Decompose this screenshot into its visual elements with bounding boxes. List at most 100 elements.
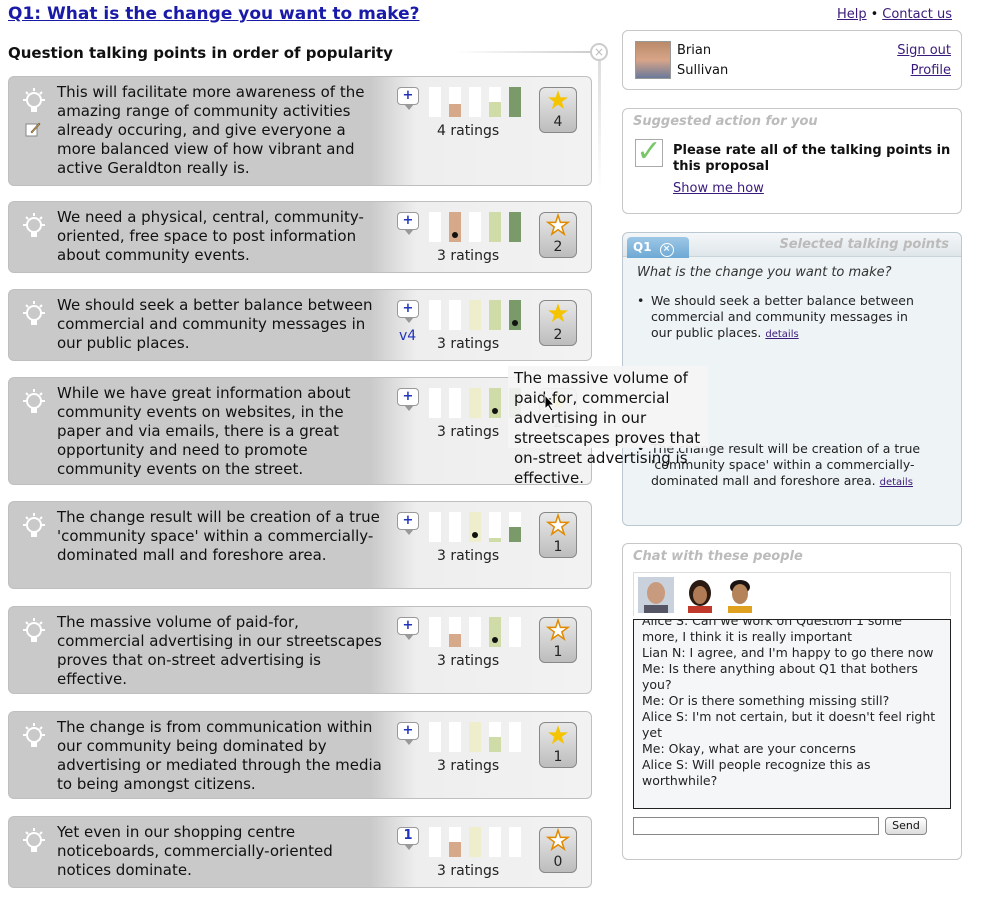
selected-item: The change result will be creation of a … (637, 441, 921, 491)
star-count: 0 (553, 854, 563, 870)
rating-bar[interactable] (449, 388, 461, 418)
chat-message-input[interactable] (633, 817, 879, 835)
star-button[interactable]: ★ 1 (539, 617, 577, 663)
rating-distribution[interactable] (429, 722, 525, 752)
rating-bar[interactable] (429, 87, 441, 117)
star-button[interactable]: ★ 0 (539, 827, 577, 873)
star-count: 4 (553, 114, 563, 130)
rating-bar[interactable] (489, 212, 501, 242)
send-button[interactable]: Send (885, 817, 927, 835)
rating-bar[interactable] (509, 87, 521, 117)
rating-bar[interactable] (489, 388, 501, 418)
rating-bar[interactable] (429, 388, 441, 418)
add-comment-button[interactable]: + (397, 512, 419, 535)
chat-message: Alice S: Will people recognize this as w… (642, 757, 871, 788)
participant-avatar[interactable] (682, 577, 718, 613)
rating-bar[interactable] (489, 827, 501, 857)
edit-pencil-icon[interactable] (25, 121, 41, 137)
rating-bar[interactable] (469, 617, 481, 647)
add-comment-button[interactable]: + (397, 617, 419, 640)
talking-point-text: This will facilitate more awareness of t… (57, 83, 365, 177)
rating-bar[interactable] (449, 722, 461, 752)
rating-bar[interactable] (469, 300, 481, 330)
rating-bar[interactable] (469, 722, 481, 752)
rating-bar[interactable] (489, 722, 501, 752)
rating-bar[interactable] (469, 827, 481, 857)
details-link[interactable]: details (880, 477, 913, 488)
talking-point-card[interactable]: The change is from communication within … (8, 711, 592, 799)
rating-bar[interactable] (429, 827, 441, 857)
rating-distribution[interactable] (429, 87, 525, 117)
rating-bar[interactable] (469, 212, 481, 242)
help-link[interactable]: Help (837, 7, 867, 22)
rating-bar[interactable] (449, 512, 461, 542)
talking-point-card[interactable]: The change result will be creation of a … (8, 501, 592, 589)
rating-bar[interactable] (509, 827, 521, 857)
rating-distribution[interactable] (429, 300, 525, 330)
participant-avatar[interactable] (638, 577, 674, 613)
close-list-icon[interactable]: × (590, 43, 608, 61)
rating-bar[interactable] (489, 300, 501, 330)
rating-bar[interactable] (489, 512, 501, 542)
rating-bar[interactable] (509, 722, 521, 752)
add-comment-button[interactable]: + (397, 87, 419, 110)
rating-bar[interactable] (489, 617, 501, 647)
star-button[interactable]: ★ 4 (539, 87, 577, 133)
close-tab-icon[interactable]: × (659, 243, 674, 257)
chat-message: Me: Okay, what are your concerns (642, 741, 856, 756)
rating-bar[interactable] (429, 722, 441, 752)
rating-bar[interactable] (509, 617, 521, 647)
star-button[interactable]: ★ 1 (539, 512, 577, 558)
rating-distribution[interactable] (429, 617, 525, 647)
version-link[interactable]: v4 (399, 328, 416, 344)
rating-bar[interactable] (509, 212, 521, 242)
chat-messages: Alice S: Can we work on Question 1 some … (642, 620, 942, 789)
add-comment-button[interactable]: 1 (397, 827, 419, 850)
rating-bar[interactable] (449, 827, 461, 857)
talking-point-card[interactable]: The massive volume of paid-for, commerci… (8, 606, 592, 694)
add-comment-button[interactable]: + (397, 722, 419, 745)
rating-bar[interactable] (449, 300, 461, 330)
star-button[interactable]: ★2 (539, 212, 577, 258)
star-button[interactable]: ★2 (539, 300, 577, 346)
rating-bar[interactable] (469, 87, 481, 117)
add-comment-button[interactable]: + (397, 212, 419, 235)
talking-point-card[interactable]: Yet even in our shopping centre noticebo… (8, 816, 592, 888)
selected-item: We should seek a better balance between … (637, 293, 921, 343)
rating-bar[interactable] (509, 512, 521, 542)
rating-bar[interactable] (469, 388, 481, 418)
talking-point-card[interactable]: We need a physical, central, community-o… (8, 201, 592, 273)
rating-bar[interactable] (429, 512, 441, 542)
question-title-link[interactable]: Q1: What is the change you want to make? (8, 4, 420, 24)
add-comment-button[interactable]: + (397, 300, 419, 323)
participant-avatar[interactable] (722, 577, 758, 613)
rating-bar[interactable] (489, 87, 501, 117)
rating-bar[interactable] (449, 87, 461, 117)
talking-point-card[interactable]: This will facilitate more awareness of t… (8, 76, 592, 186)
talking-point-card[interactable]: We should seek a better balance between … (8, 289, 592, 361)
add-comment-button[interactable]: + (397, 388, 419, 411)
user-name: Brian Sullivan (677, 41, 728, 81)
profile-link[interactable]: Profile (897, 61, 951, 81)
rating-bar[interactable] (429, 300, 441, 330)
rating-distribution[interactable] (429, 827, 525, 857)
rating-bar[interactable] (429, 617, 441, 647)
show-me-how-link[interactable]: Show me how (673, 181, 764, 196)
user-last-name: Sullivan (677, 63, 729, 78)
rating-bar[interactable] (469, 512, 481, 542)
rating-bar[interactable] (509, 300, 521, 330)
rating-bar[interactable] (449, 212, 461, 242)
star-icon: ★ (546, 721, 570, 751)
rating-distribution[interactable] (429, 212, 525, 242)
star-button[interactable]: ★ 1 (539, 722, 577, 768)
rating-bar[interactable] (449, 617, 461, 647)
talking-point-card[interactable]: While we have great information about co… (8, 377, 592, 485)
chat-log[interactable]: Alice S: Can we work on Question 1 some … (633, 619, 951, 809)
sign-out-link[interactable]: Sign out (897, 41, 951, 61)
tab-q1[interactable]: Q1 × (627, 237, 689, 258)
rating-bar[interactable] (429, 212, 441, 242)
details-link[interactable]: details (765, 329, 798, 340)
rating-distribution[interactable] (429, 512, 525, 542)
star-icon: ★ (546, 511, 571, 541)
contact-us-link[interactable]: Contact us (882, 7, 952, 22)
